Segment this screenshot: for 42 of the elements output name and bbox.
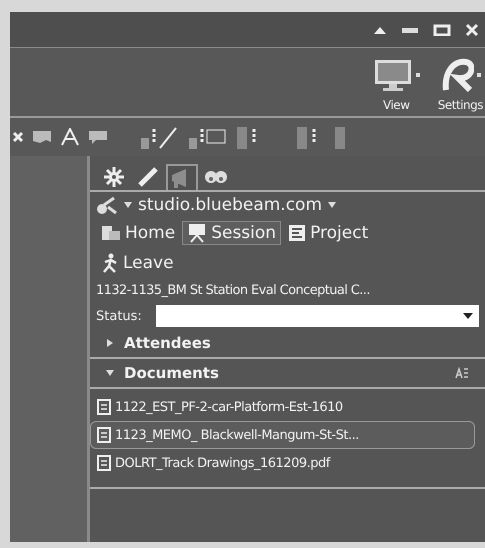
panel-tab[interactable]: [166, 164, 198, 190]
close-icon[interactable]: [12, 131, 24, 143]
collapse-icon[interactable]: [373, 24, 387, 34]
nav-button[interactable]: Home: [96, 221, 180, 245]
pencil-icon: [137, 166, 159, 188]
running-person-icon: [101, 253, 119, 273]
status-label: Status:: [96, 308, 142, 324]
document-icon: [97, 455, 111, 471]
swirl-logo-icon: [440, 58, 474, 92]
close-icon[interactable]: [465, 22, 479, 36]
leave-button[interactable]: Leave: [96, 251, 179, 275]
expanded-arrow-icon: [106, 369, 114, 377]
maximize-icon[interactable]: [433, 24, 451, 36]
sort-icon[interactable]: [455, 367, 469, 379]
caret-icon: [416, 73, 420, 77]
server-name[interactable]: studio.bluebeam.com: [138, 195, 322, 215]
settings-button[interactable]: Settings: [436, 58, 485, 112]
section-header[interactable]: Attendees: [90, 329, 485, 359]
gear-icon: [103, 166, 125, 188]
nav-button[interactable]: Session: [182, 221, 282, 245]
document-list-icon: [288, 224, 306, 242]
document-icon: [97, 427, 111, 443]
caret-icon[interactable]: [124, 202, 132, 208]
nav-button[interactable]: Project: [283, 221, 374, 245]
easel-icon: [187, 223, 208, 243]
caret-icon: [476, 73, 481, 77]
document-item[interactable]: 1122_EST_PF-2-car-Platform-Est-1610: [90, 393, 485, 421]
session-title: 1132-1135_BM St Station Eval Conceptual C...: [95, 282, 371, 300]
document-item[interactable]: DOLRT_Track Drawings_161209.pdf: [90, 449, 485, 477]
user-icon[interactable]: [96, 195, 118, 215]
collapsed-arrow-icon: [106, 339, 114, 347]
caret-icon[interactable]: [328, 202, 336, 208]
caret-icon: [463, 313, 473, 319]
monitor-icon: [372, 58, 413, 92]
document-item[interactable]: 1123_MEMO_ Blackwell-Mangum-St-St...: [90, 421, 475, 449]
stamp-icon[interactable]: [32, 129, 52, 145]
section-header[interactable]: Documents: [90, 359, 485, 389]
font-icon[interactable]: [60, 128, 80, 146]
document-icon: [97, 399, 111, 415]
view-button[interactable]: View: [370, 58, 422, 112]
callout-icon[interactable]: [88, 129, 110, 145]
building-icon: [101, 224, 121, 242]
